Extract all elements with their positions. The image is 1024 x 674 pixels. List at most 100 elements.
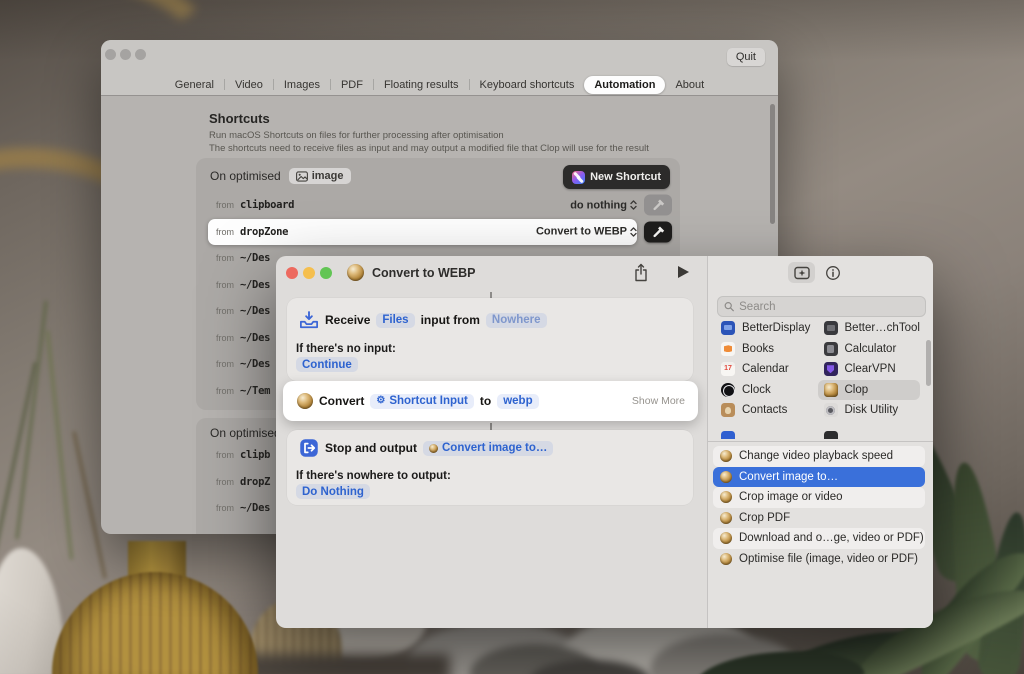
shortcuts-editor-window: Convert to WEBP R [276,256,933,628]
minimize-button[interactable] [120,49,131,60]
app-contacts[interactable]: Contacts [715,400,818,421]
shortcut-item[interactable]: Crop PDF [713,508,925,529]
app-bettertouchtool[interactable]: Better…chTool [818,318,921,339]
section-title: Shortcuts [209,111,270,126]
desktop: Quit General Video Images PDF Floating r… [0,0,1024,674]
close-button[interactable] [105,49,116,60]
shortcut-item-selected[interactable]: Convert image to… [713,467,925,488]
tab-video[interactable]: Video [225,76,273,94]
action-library-icon [794,266,810,280]
app-disk-utility[interactable]: Disk Utility [818,400,921,421]
action-stop-output[interactable]: Stop and output Convert image to… If the… [287,430,693,505]
row-source-path: dropZone [240,226,288,238]
action-connector: input from [421,313,480,327]
section-subtitle: The shortcuts need to receive files as i… [209,143,649,154]
shortcut-item[interactable]: Optimise file (image, video or PDF) [713,549,925,570]
action-dropdown[interactable]: do nothing [570,199,637,211]
settings-scrollbar[interactable] [770,104,775,224]
action-connector: to [480,394,491,408]
input-type-token[interactable]: Files [376,313,414,328]
output-source-token[interactable]: Convert image to… [423,441,553,456]
type-picker-image[interactable]: image [289,168,351,184]
betterdisplay-icon [721,321,735,335]
shortcut-item[interactable]: Crop image or video [713,487,925,508]
app-icon [824,431,838,439]
tab-floating-results[interactable]: Floating results [374,76,469,94]
tab-keyboard-shortcuts[interactable]: Keyboard shortcuts [470,76,585,94]
library-search-field[interactable] [717,296,926,317]
titlebar-divider [101,95,778,96]
calendar-icon [721,362,735,376]
minimize-button[interactable] [303,267,315,279]
app-grid: BetterDisplay Better…chTool Books Calcul… [715,318,920,421]
new-shortcut-button[interactable]: New Shortcut [563,165,670,189]
app-partial[interactable] [818,428,921,439]
zoom-button[interactable] [135,49,146,60]
stop-output-icon [299,438,319,458]
shortcut-input-token[interactable]: ⚙︎ Shortcut Input [370,394,474,409]
app-clearvpn[interactable]: ClearVPN [818,359,921,380]
quit-button[interactable]: Quit [727,48,765,66]
info-button[interactable] [822,262,844,283]
action-verb: Convert [319,394,364,408]
row-from-label: from [216,200,234,210]
action-verb: Receive [325,313,370,327]
tab-pdf[interactable]: PDF [331,76,373,94]
clop-action-icon [297,393,313,409]
action-verb: Stop and output [325,441,417,455]
panel-scrollbar[interactable] [926,340,931,386]
condition-label: If there's nowhere to output: [296,470,451,482]
bettertouchtool-icon [824,321,838,335]
group-header: On optimised [210,426,281,440]
clop-mini-icon [720,512,732,524]
app-clock[interactable]: Clock [715,380,818,401]
show-more-button[interactable]: Show More [632,395,685,407]
no-output-fallback-button[interactable]: Do Nothing [296,484,370,499]
action-library-button[interactable] [788,262,815,283]
no-input-fallback-button[interactable]: Continue [296,357,358,372]
variable-icon: ⚙︎ [376,396,385,406]
calculator-icon [824,342,838,356]
app-books[interactable]: Books [715,339,818,360]
input-source-token[interactable]: Nowhere [486,313,547,328]
action-dropdown[interactable]: Convert to WEBP [536,226,637,238]
action-receive[interactable]: Receive Files input from Nowhere If ther… [287,298,693,381]
format-token[interactable]: webp [497,394,538,409]
receive-input-icon [299,310,319,330]
zoom-button[interactable] [320,267,332,279]
tab-about[interactable]: About [665,76,714,94]
app-betterdisplay[interactable]: BetterDisplay [715,318,818,339]
tab-images[interactable]: Images [274,76,330,94]
tab-general[interactable]: General [165,76,224,94]
app-clop[interactable]: Clop [818,380,921,401]
books-icon [721,342,735,356]
contacts-icon [721,403,735,417]
action-library-panel: BetterDisplay Better…chTool Books Calcul… [707,256,933,628]
hammer-icon [652,225,665,238]
new-shortcut-label: New Shortcut [590,171,661,183]
search-input[interactable] [739,301,919,313]
search-icon [724,301,734,312]
shortcut-item[interactable]: Download and o…ge, video or PDF) [713,528,925,549]
section-subtitle: Run macOS Shortcuts on files for further… [209,130,504,141]
row-from-label: from [216,227,234,237]
clop-mini-icon [720,553,732,565]
row-source-path: clipboard [240,199,294,211]
clop-mini-icon [720,471,732,483]
close-button[interactable] [286,267,298,279]
shortcut-item[interactable]: Change video playback speed [713,446,925,467]
app-calculator[interactable]: Calculator [818,339,921,360]
clop-shortcuts-list: Change video playback speed Convert imag… [713,446,925,569]
clearvpn-icon [824,362,838,376]
app-icon [721,431,735,439]
app-partial[interactable] [715,428,818,439]
clop-mini-icon [720,532,732,544]
app-calendar[interactable]: Calendar [715,359,818,380]
clop-mini-icon [720,491,732,503]
type-picker-label: image [312,170,344,182]
tab-automation[interactable]: Automation [584,76,665,94]
action-convert[interactable]: Convert ⚙︎ Shortcut Input to webp Show M… [283,381,698,421]
app-grid-partial-row [715,428,920,439]
edit-shortcut-button[interactable] [644,221,672,242]
edit-shortcut-button[interactable] [644,195,672,216]
